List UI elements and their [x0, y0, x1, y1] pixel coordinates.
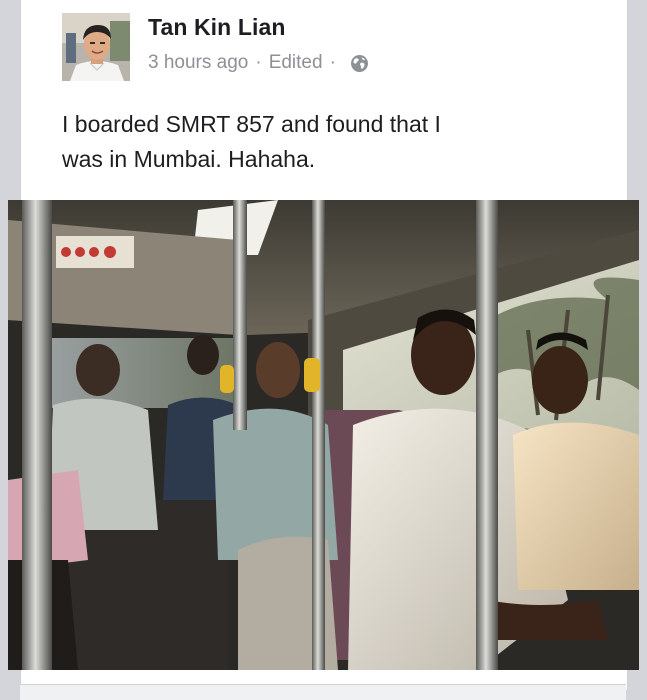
author-avatar[interactable] [62, 13, 130, 81]
edited-label[interactable]: Edited [269, 52, 323, 74]
feed: Tan Kin Lian 3 hours ago · Edited · I bo… [0, 0, 647, 700]
post-photo[interactable] [8, 200, 639, 670]
post-text-line-1: I boarded SMRT 857 and found that I [62, 111, 441, 137]
card-footer [20, 684, 626, 700]
post-meta: 3 hours ago · Edited · [148, 52, 369, 74]
globe-icon[interactable] [350, 54, 369, 73]
meta-separator: · [255, 52, 262, 73]
post-text: I boarded SMRT 857 and found that I was … [62, 107, 592, 177]
avatar-photo [62, 13, 130, 81]
bus-interior-image [8, 200, 639, 670]
post-text-line-2: was in Mumbai. Hahaha. [62, 146, 316, 172]
meta-separator-2: · [329, 52, 336, 73]
post-timestamp[interactable]: 3 hours ago [148, 52, 248, 74]
author-name[interactable]: Tan Kin Lian [148, 14, 286, 41]
